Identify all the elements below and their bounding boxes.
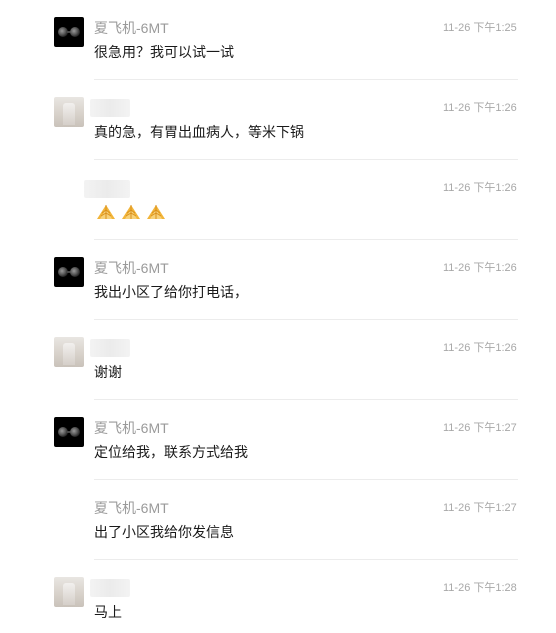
message-item: 11-26 下午1:26 谢谢 [0,319,556,400]
lens-icon [70,267,80,277]
avatar[interactable] [54,417,84,447]
message-divider [94,399,518,400]
chat-message-list: 夏飞机-6MT 11-26 下午1:25 很急用？我可以试一试 11-26 下午… [0,0,556,633]
sender-name-redacted [90,579,130,597]
sender-name-redacted [84,180,130,198]
message-text: 马上 [94,604,122,620]
avatar[interactable] [54,257,84,287]
rice-icon [122,205,140,219]
message-item: 夏飞机-6MT 11-26 下午1:26 我出小区了给你打电话， [0,239,556,320]
message-time: 11-26 下午1:26 [443,342,517,354]
message-text: 谢谢 [94,364,122,380]
message-item: 11-26 下午1:26 [0,159,556,240]
sender-name-redacted [90,339,130,357]
message-item: 夏飞机-6MT 11-26 下午1:25 很急用？我可以试一试 [0,0,556,80]
message-item: 11-26 下午1:26 真的急，有胃出血病人，等米下锅 [0,79,556,160]
message-time: 11-26 下午1:27 [443,502,517,514]
message-time: 11-26 下午1:26 [443,182,517,194]
avatar[interactable] [54,577,84,607]
message-text: 出了小区我给你发信息 [94,524,234,540]
message-divider [94,559,518,560]
sender-name-redacted [90,99,130,117]
sender-name[interactable]: 夏飞机-6MT [94,258,169,278]
avatar[interactable] [54,17,84,47]
avatar[interactable] [54,337,84,367]
message-divider [94,479,518,480]
rice-icon [147,205,165,219]
avatar[interactable] [54,97,84,127]
rice-icon [97,205,115,219]
lens-icon [70,427,80,437]
message-text: 真的急，有胃出血病人，等米下锅 [94,124,304,140]
message-text: 很急用？我可以试一试 [94,44,234,60]
message-divider [94,239,518,240]
message-item: 11-26 下午1:28 马上 [0,559,556,633]
message-time: 11-26 下午1:25 [443,22,517,34]
message-divider [94,79,518,80]
message-time: 11-26 下午1:26 [443,102,517,114]
sender-name[interactable]: 夏飞机-6MT [94,18,169,38]
sender-name[interactable]: 夏飞机-6MT [94,418,169,438]
message-text: 我出小区了给你打电话， [94,284,248,300]
emoji-row [95,201,167,221]
lens-icon [70,27,80,37]
message-divider [94,159,518,160]
message-time: 11-26 下午1:27 [443,422,517,434]
message-text: 定位给我，联系方式给我 [94,444,248,460]
message-item: 夏飞机-6MT 11-26 下午1:27 定位给我，联系方式给我 [0,399,556,480]
sender-name[interactable]: 夏飞机-6MT [94,498,169,518]
message-time: 11-26 下午1:28 [443,582,517,594]
message-item: 夏飞机-6MT 11-26 下午1:27 出了小区我给你发信息 [0,479,556,560]
message-time: 11-26 下午1:26 [443,262,517,274]
message-divider [94,319,518,320]
